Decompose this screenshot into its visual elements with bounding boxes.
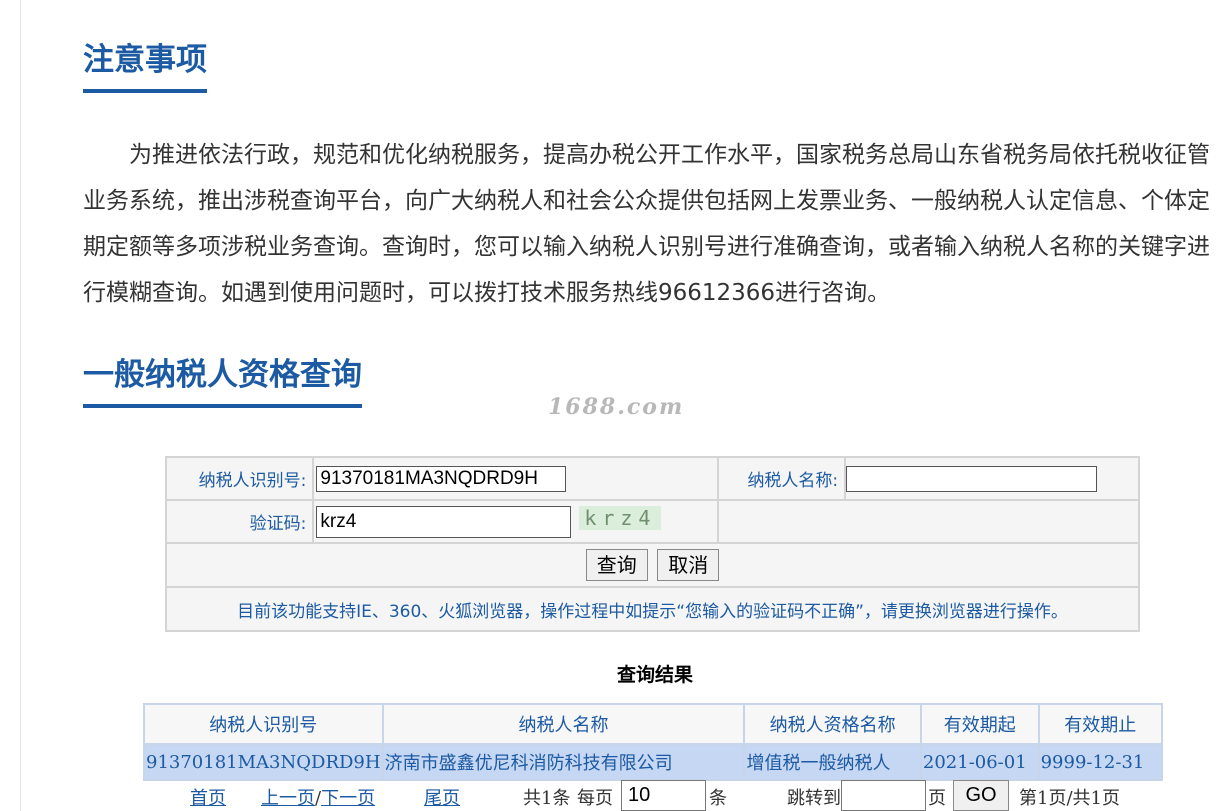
per-page-input[interactable] (621, 780, 706, 811)
column-header: 纳税人识别号 (143, 703, 384, 745)
first-page-link[interactable]: 首页 (190, 788, 226, 809)
total-count: 共1条 (523, 788, 571, 809)
last-page-link[interactable]: 尾页 (424, 788, 460, 809)
go-button[interactable]: GO (953, 780, 1009, 811)
cell-valid-to: 9999-12-31 (1037, 743, 1164, 781)
table-row[interactable]: 91370181MA3NQDRD9H 济南市盛鑫优尼科消防科技有限公司 增值税一… (143, 743, 1164, 781)
captcha-image[interactable]: krz4 (579, 505, 662, 530)
prev-page-link[interactable]: 上一页 (261, 788, 315, 809)
cell-qualification: 增值税一般纳税人 (743, 743, 922, 781)
per-page-label: 每页 (577, 788, 613, 809)
column-header: 纳税人名称 (381, 703, 746, 745)
results-title: 查询结果 (616, 664, 693, 686)
per-page-unit: 条 (709, 788, 727, 809)
cell-taxpayer-id: 91370181MA3NQDRD9H (143, 743, 384, 781)
column-header: 有效期止 (1037, 703, 1164, 745)
captcha-label: 验证码: (164, 499, 315, 544)
query-button[interactable]: 查询 (585, 549, 648, 581)
jump-unit: 页 (928, 788, 946, 809)
taxpayer-name-input[interactable] (846, 465, 1098, 492)
empty-cell (716, 499, 1141, 544)
jump-page-input[interactable] (841, 780, 926, 811)
query-section-title: 一般纳税人资格查询 (83, 355, 362, 408)
results-header-row: 纳税人识别号 纳税人名称 纳税人资格名称 有效期起 有效期止 (143, 703, 1164, 745)
taxpayer-id-input[interactable] (316, 465, 567, 492)
browser-notice: 目前该功能支持IE、360、火狐浏览器，操作过程中如提示“您输入的验证码不正确”… (165, 586, 1140, 632)
query-form: 纳税人识别号: 纳税人名称: 验证码: krz4 查询 取消 目前该功能支持IE… (164, 456, 1141, 632)
page-status: 第1页/共1页 (1019, 788, 1120, 809)
taxpayer-id-label: 纳税人识别号: (164, 456, 315, 501)
results-table: 纳税人识别号 纳税人名称 纳税人资格名称 有效期起 有效期止 91370181M… (143, 703, 1164, 781)
column-header: 有效期起 (919, 703, 1040, 745)
notice-body-text: 为推进依法行政，规范和优化纳税服务，提高办税公开工作水平，国家税务总局山东省税务… (83, 142, 1210, 306)
column-header: 纳税人资格名称 (743, 703, 922, 745)
notice-section-title: 注意事项 (83, 40, 207, 93)
captcha-input[interactable] (316, 505, 572, 538)
pagination: 首页 上一页/下一页 尾页 共1条 每页 条 跳转到 页 GO 第1页/共1页 (143, 780, 1163, 811)
jump-label: 跳转到 (787, 788, 841, 809)
watermark: 1688.com (548, 394, 685, 420)
cell-valid-from: 2021-06-01 (919, 743, 1040, 781)
taxpayer-name-label: 纳税人名称: (716, 456, 847, 501)
left-border-line (20, 0, 21, 811)
next-page-link[interactable]: 下一页 (321, 788, 375, 809)
cell-taxpayer-name: 济南市盛鑫优尼科消防科技有限公司 (381, 743, 746, 781)
cancel-button[interactable]: 取消 (657, 549, 720, 581)
